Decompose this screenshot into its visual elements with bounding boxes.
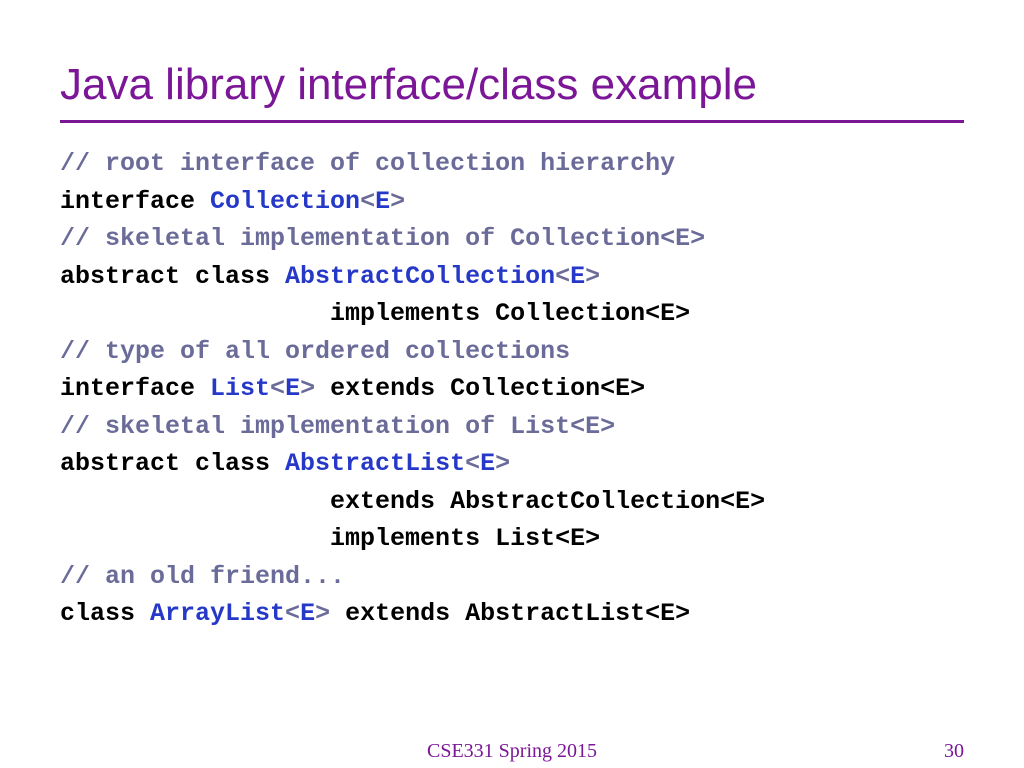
slide: Java library interface/class example // … bbox=[0, 0, 1024, 768]
slide-title: Java library interface/class example bbox=[60, 60, 964, 110]
footer-page: 30 bbox=[944, 740, 964, 763]
code-block: // root interface of collection hierarch… bbox=[60, 145, 964, 633]
footer-course: CSE331 Spring 2015 bbox=[0, 740, 1024, 763]
title-rule bbox=[60, 120, 964, 123]
